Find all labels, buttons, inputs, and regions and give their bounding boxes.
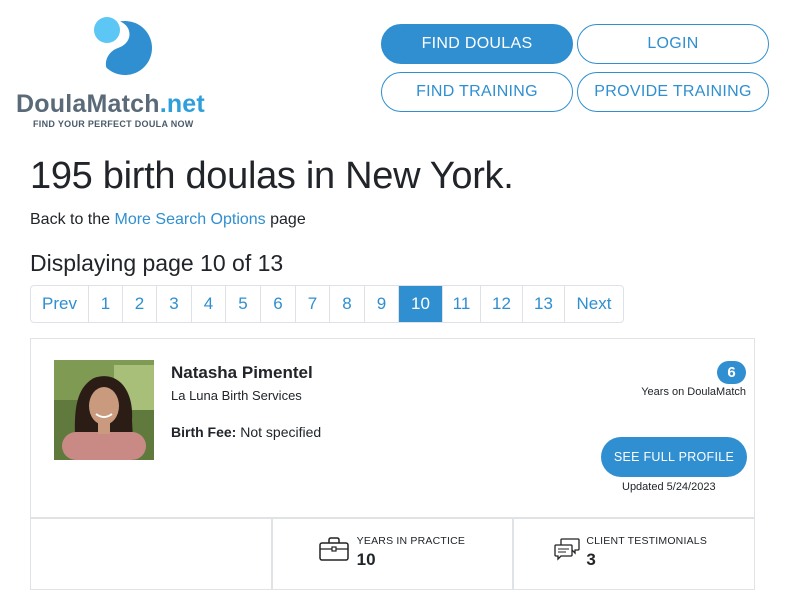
pagination-page[interactable]: 8 (330, 286, 365, 322)
birth-fee-label: Birth Fee: (171, 424, 237, 440)
briefcase-icon (318, 537, 349, 561)
client-testimonials-label: CLIENT TESTIMONIALS (586, 535, 708, 547)
find-training-button[interactable]: FIND TRAINING (381, 72, 573, 112)
page-title: 195 birth doulas in New York. (30, 155, 514, 197)
speech-bubbles-icon (554, 538, 580, 561)
logo-tagline: FIND YOUR PERFECT DOULA NOW (33, 119, 194, 129)
years-in-practice-value: 10 (356, 550, 376, 569)
pagination-page[interactable]: 6 (261, 286, 296, 322)
pagination-page[interactable]: 13 (523, 286, 565, 322)
birth-fee-value: Not specified (240, 424, 322, 440)
years-on-site-label: Years on DoulaMatch (641, 386, 746, 398)
updated-date: Updated 5/24/2023 (622, 481, 716, 493)
pagination-page[interactable]: 9 (365, 286, 399, 322)
stat-client-testimonials: CLIENT TESTIMONIALS 3 (514, 519, 754, 589)
stat-cell-empty (31, 519, 273, 589)
provide-training-button[interactable]: PROVIDE TRAINING (577, 72, 769, 112)
pagination-next[interactable]: Next (565, 286, 623, 322)
doula-name[interactable]: Natasha Pimentel (171, 363, 313, 383)
logo-wordmark: DoulaMatch.net (16, 90, 205, 118)
pagination-page-current[interactable]: 10 (399, 286, 443, 322)
pagination: Prev 1 2 3 4 5 6 7 8 9 10 11 12 13 Next (30, 285, 624, 323)
logo-mark-icon (92, 12, 152, 78)
pagination-page[interactable]: 11 (443, 286, 481, 322)
pagination-page[interactable]: 12 (481, 286, 523, 322)
find-doulas-button[interactable]: FIND DOULAS (381, 24, 573, 64)
back-to-search-line: Back to the More Search Options page (30, 211, 306, 229)
pagination-page[interactable]: 2 (123, 286, 157, 322)
doula-result-card: Natasha Pimentel La Luna Birth Services … (30, 338, 755, 590)
years-on-site-badge: 6 (717, 361, 746, 384)
pagination-page[interactable]: 1 (89, 286, 123, 322)
page-indicator-heading: Displaying page 10 of 13 (30, 250, 284, 276)
pagination-page[interactable]: 4 (192, 286, 226, 322)
pagination-page[interactable]: 7 (296, 286, 330, 322)
see-full-profile-button[interactable]: SEE FULL PROFILE (601, 437, 747, 477)
birth-fee: Birth Fee: Not specified (171, 424, 321, 440)
stat-years-in-practice: YEARS IN PRACTICE 10 (273, 519, 515, 589)
pagination-page[interactable]: 3 (157, 286, 192, 322)
pagination-prev[interactable]: Prev (31, 286, 89, 322)
back-suffix-text: page (265, 211, 306, 228)
login-button[interactable]: LOGIN (577, 24, 769, 64)
site-logo[interactable]: DoulaMatch.net FIND YOUR PERFECT DOULA N… (16, 12, 226, 130)
doula-portrait-image (54, 360, 154, 460)
pagination-page[interactable]: 5 (226, 286, 261, 322)
doula-business-name: La Luna Birth Services (171, 388, 302, 403)
client-testimonials-value: 3 (586, 550, 596, 569)
doula-photo[interactable] (54, 360, 154, 460)
years-in-practice-label: YEARS IN PRACTICE (356, 535, 466, 547)
more-search-options-link[interactable]: More Search Options (115, 211, 266, 228)
back-prefix-text: Back to the (30, 211, 115, 228)
doula-stats-row: YEARS IN PRACTICE 10 CLIENT TESTIMONIALS… (31, 517, 754, 589)
